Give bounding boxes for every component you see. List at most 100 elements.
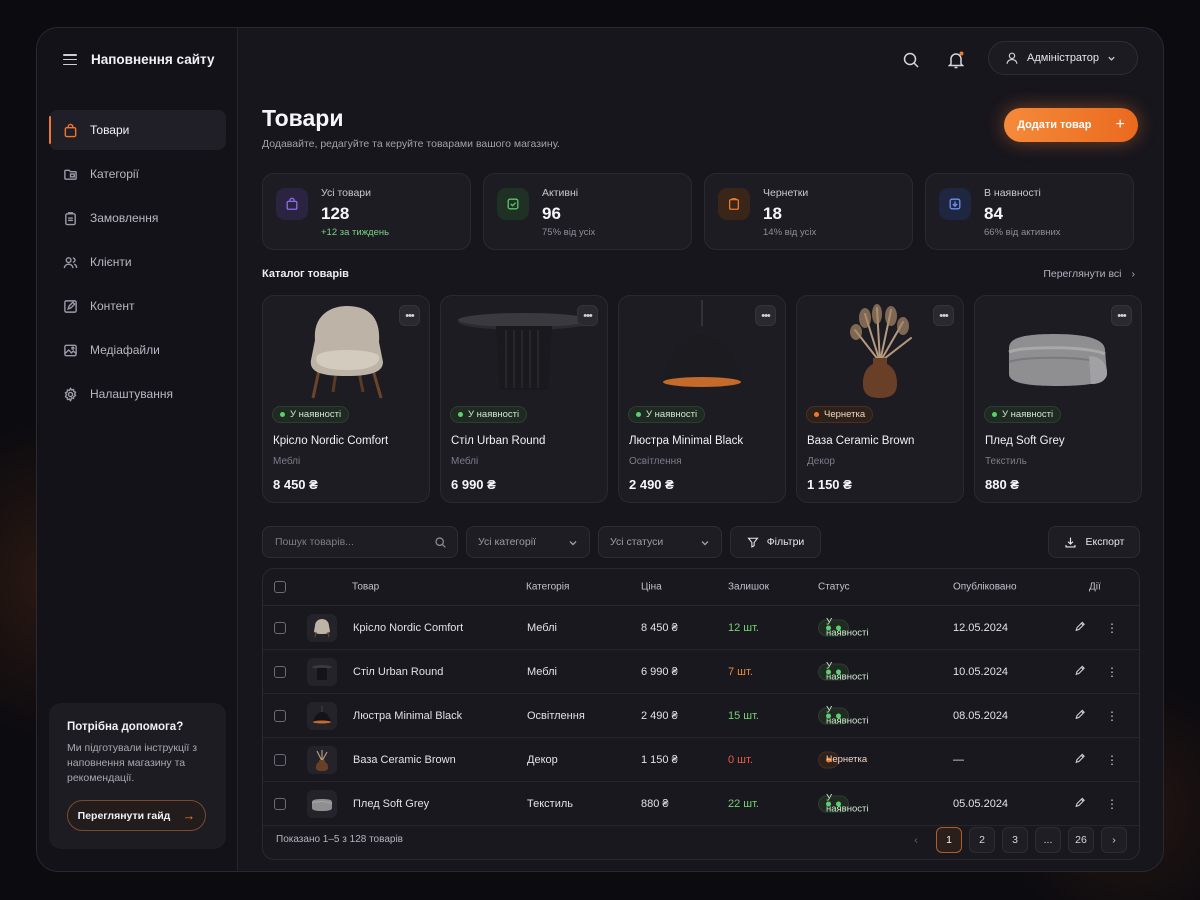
search-icon xyxy=(435,537,446,548)
table-row[interactable]: Стіл Urban Round Меблі 6 990 ₴ 7 шт. У н… xyxy=(263,650,1139,694)
product-card[interactable]: ••• У наявності Крісло Nordic Comfort Ме… xyxy=(262,295,430,503)
sidebar-item-label: Медіафайли xyxy=(90,343,160,357)
table-row[interactable]: Крісло Nordic Comfort Меблі 8 450 ₴ 12 ш… xyxy=(263,606,1139,650)
catalog-title: Каталог товарів xyxy=(262,268,349,280)
bell-icon[interactable] xyxy=(946,50,966,70)
product-thumbnail xyxy=(307,789,337,818)
more-vertical-icon[interactable]: ⋮ xyxy=(1106,797,1118,811)
stat-value: 128 xyxy=(321,204,350,223)
search-icon[interactable] xyxy=(901,50,921,70)
edit-icon[interactable] xyxy=(1074,752,1086,767)
sidebar-item-clients[interactable]: Клієнти xyxy=(49,242,226,282)
add-product-label: Додати товар xyxy=(1017,119,1092,131)
product-card[interactable]: ••• У наявності Стіл Urban Round Меблі 6… xyxy=(440,295,608,503)
more-options-button[interactable]: ••• xyxy=(933,305,954,326)
more-vertical-icon[interactable]: ⋮ xyxy=(1106,709,1118,723)
status-select[interactable]: Усі статуси xyxy=(598,526,722,558)
chevron-down-icon xyxy=(569,541,577,546)
row-checkbox[interactable] xyxy=(274,797,286,810)
sidebar-item-content[interactable]: Контент xyxy=(49,286,226,326)
sidebar-nav: Товари Категорії Замовлення Клієнти Конт… xyxy=(49,110,226,418)
export-button[interactable]: Експорт xyxy=(1048,526,1140,558)
view-guide-button[interactable]: Переглянути гайд → xyxy=(67,800,206,831)
column-header-product[interactable]: Товар xyxy=(352,582,379,593)
table-toolbar: Пошук товарів... Усі категорії Усі стату… xyxy=(262,526,1140,558)
status-label: У наявності xyxy=(1002,409,1054,420)
row-checkbox[interactable] xyxy=(274,665,286,678)
page-button[interactable]: 2 xyxy=(969,827,995,853)
table-row[interactable]: Ваза Ceramic Brown Декор 1 150 ₴ 0 шт. Ч… xyxy=(263,738,1139,782)
more-options-button[interactable]: ••• xyxy=(755,305,776,326)
product-price: 880 ₴ xyxy=(985,477,1019,492)
edit-icon[interactable] xyxy=(1074,796,1086,811)
category-select-value: Усі категорії xyxy=(478,536,536,548)
product-name: Крісло Nordic Comfort xyxy=(273,435,389,447)
app-window: Наповнення сайту Товари Категорії Замовл… xyxy=(36,27,1164,872)
sidebar-item-settings[interactable]: Налаштування xyxy=(49,374,226,414)
stats-row: Усі товари 128 +12 за тиждень Активні 96… xyxy=(262,173,1134,250)
product-card[interactable]: ••• У наявності Люстра Minimal Black Осв… xyxy=(618,295,786,503)
row-product-name: Крісло Nordic Comfort xyxy=(353,621,464,634)
more-options-button[interactable]: ••• xyxy=(577,305,598,326)
table-row[interactable]: Люстра Minimal Black Освітлення 2 490 ₴ … xyxy=(263,694,1139,738)
row-published: 12.05.2024 xyxy=(953,621,1009,634)
product-category: Освітлення xyxy=(629,456,682,467)
status-label: У наявності xyxy=(826,792,869,815)
filters-button[interactable]: Фільтри xyxy=(730,526,821,558)
search-placeholder: Пошук товарів... xyxy=(275,536,354,548)
column-header-status[interactable]: Статус xyxy=(818,582,850,593)
see-all-link[interactable]: Переглянути всі › xyxy=(1043,268,1135,280)
product-card[interactable]: ••• Чернетка Ваза Ceramic Brown Декор 1 … xyxy=(796,295,964,503)
row-price: 1 150 ₴ xyxy=(641,753,678,766)
row-checkbox[interactable] xyxy=(274,709,286,722)
prev-page-button[interactable]: ‹ xyxy=(903,827,929,853)
image-icon xyxy=(64,344,77,356)
user-menu[interactable]: Адміністратор xyxy=(988,41,1138,75)
column-header-published[interactable]: Опубліковано xyxy=(953,582,1017,593)
edit-icon[interactable] xyxy=(1074,708,1086,723)
gear-icon xyxy=(64,386,77,402)
category-select[interactable]: Усі категорії xyxy=(466,526,590,558)
page-button[interactable]: 1 xyxy=(936,827,962,853)
status-label: Чернетка xyxy=(824,409,866,420)
table-row[interactable]: Плед Soft Grey Текстиль 880 ₴ 22 шт. У н… xyxy=(263,782,1139,826)
product-name: Люстра Minimal Black xyxy=(629,435,744,447)
row-checkbox[interactable] xyxy=(274,753,286,766)
more-vertical-icon[interactable]: ⋮ xyxy=(1106,621,1118,635)
sidebar: Наповнення сайту Товари Категорії Замовл… xyxy=(37,28,238,871)
more-vertical-icon[interactable]: ⋮ xyxy=(1106,665,1118,679)
row-price: 6 990 ₴ xyxy=(641,665,678,678)
column-header-category[interactable]: Категорія xyxy=(526,582,569,593)
edit-icon[interactable] xyxy=(1074,620,1086,635)
select-all-checkbox[interactable] xyxy=(274,581,286,593)
more-options-button[interactable]: ••• xyxy=(1111,305,1132,326)
page-button[interactable]: 3 xyxy=(1002,827,1028,853)
row-price: 2 490 ₴ xyxy=(641,709,678,722)
sidebar-item-label: Категорії xyxy=(90,167,139,181)
page-button[interactable]: 26 xyxy=(1068,827,1094,853)
add-product-button[interactable]: Додати товар + xyxy=(1004,108,1138,142)
row-checkbox[interactable] xyxy=(274,621,286,634)
next-page-button[interactable]: › xyxy=(1101,827,1127,853)
more-options-button[interactable]: ••• xyxy=(399,305,420,326)
brand: Наповнення сайту xyxy=(63,52,215,67)
more-vertical-icon[interactable]: ⋮ xyxy=(1106,753,1118,767)
product-card[interactable]: ••• У наявності Плед Soft Grey Текстиль … xyxy=(974,295,1142,503)
edit-icon[interactable] xyxy=(1074,664,1086,679)
plus-icon: + xyxy=(1115,116,1125,133)
sidebar-item-products[interactable]: Товари xyxy=(49,110,226,150)
column-header-stock[interactable]: Залишок xyxy=(728,582,769,593)
sidebar-item-label: Клієнти xyxy=(90,255,132,269)
row-published: — xyxy=(953,753,964,766)
product-name: Ваза Ceramic Brown xyxy=(807,435,915,447)
row-category: Меблі xyxy=(527,621,557,634)
stat-label: Усі товари xyxy=(321,187,372,199)
menu-icon[interactable] xyxy=(63,54,77,65)
sidebar-item-categories[interactable]: Категорії xyxy=(49,154,226,194)
chevron-right-icon: › xyxy=(1131,268,1136,280)
sidebar-item-media[interactable]: Медіафайли xyxy=(49,330,226,370)
status-badge: У наявності xyxy=(818,793,868,815)
column-header-price[interactable]: Ціна xyxy=(641,582,662,593)
search-input[interactable]: Пошук товарів... xyxy=(262,526,458,558)
sidebar-item-orders[interactable]: Замовлення xyxy=(49,198,226,238)
